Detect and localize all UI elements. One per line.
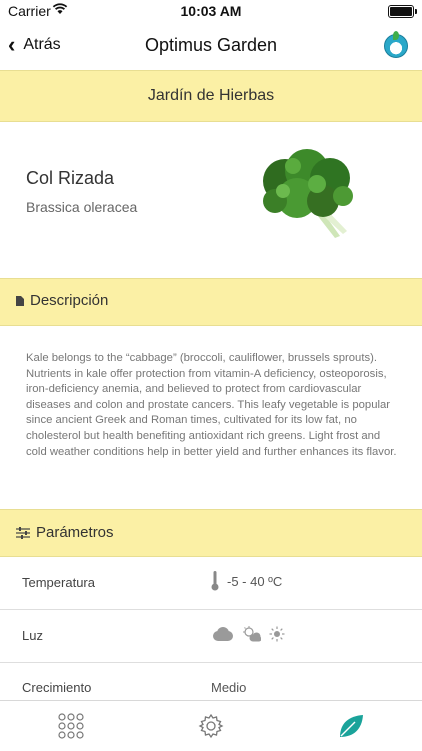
- plant-common-name: Col Rizada: [26, 168, 115, 188]
- description-heading-label: Descripción: [30, 292, 109, 309]
- partly-cloudy-icon: [243, 626, 261, 642]
- parameter-label: Temperatura: [22, 575, 95, 590]
- parameter-value: -5 - 40 ºC: [227, 573, 283, 589]
- tab-plants[interactable]: [336, 711, 366, 741]
- battery-icon: [388, 5, 417, 18]
- leaf-icon: [340, 715, 363, 737]
- kale-image: [263, 149, 353, 238]
- description-text: Kale belongs to the “cabbage” (broccoli,…: [26, 352, 397, 458]
- section-title: Jardín de Hierbas: [0, 70, 422, 122]
- thermometer-icon: [211, 571, 219, 591]
- status-bar: Carrier 10:03 AM: [0, 0, 422, 22]
- sliders-icon: [16, 526, 30, 539]
- parameter-label: Crecimiento: [22, 680, 92, 695]
- app-logo-icon[interactable]: [384, 31, 408, 58]
- page-title: Optimus Garden: [144, 35, 278, 55]
- parameter-label: Luz: [22, 628, 43, 643]
- plant-scientific-name: Brassica oleracea: [26, 199, 138, 215]
- navigation-bar: ‹ Atrás Optimus Garden: [0, 22, 422, 71]
- sun-icon: [269, 626, 285, 642]
- parameters-heading: Parámetros: [16, 524, 114, 541]
- tab-settings[interactable]: [196, 711, 226, 741]
- parameter-value: Medio: [211, 680, 247, 695]
- tab-grid[interactable]: [56, 711, 86, 741]
- parameter-row-light: Luz: [0, 610, 422, 663]
- parameter-value-wrapper: -5 - 40 ºC: [211, 571, 282, 591]
- clock: 10:03 AM: [180, 3, 242, 19]
- settings-gear-icon: [198, 713, 224, 739]
- cloud-icon: [213, 627, 233, 641]
- light-icons: [211, 626, 285, 642]
- parameter-row-temperature: Temperatura -5 - 40 ºC: [0, 557, 422, 610]
- parameters-heading-label: Parámetros: [36, 524, 114, 541]
- document-icon: [16, 295, 24, 306]
- description-heading: Descripción: [16, 292, 108, 309]
- grid-icon: [58, 713, 84, 739]
- tab-bar: [0, 700, 422, 751]
